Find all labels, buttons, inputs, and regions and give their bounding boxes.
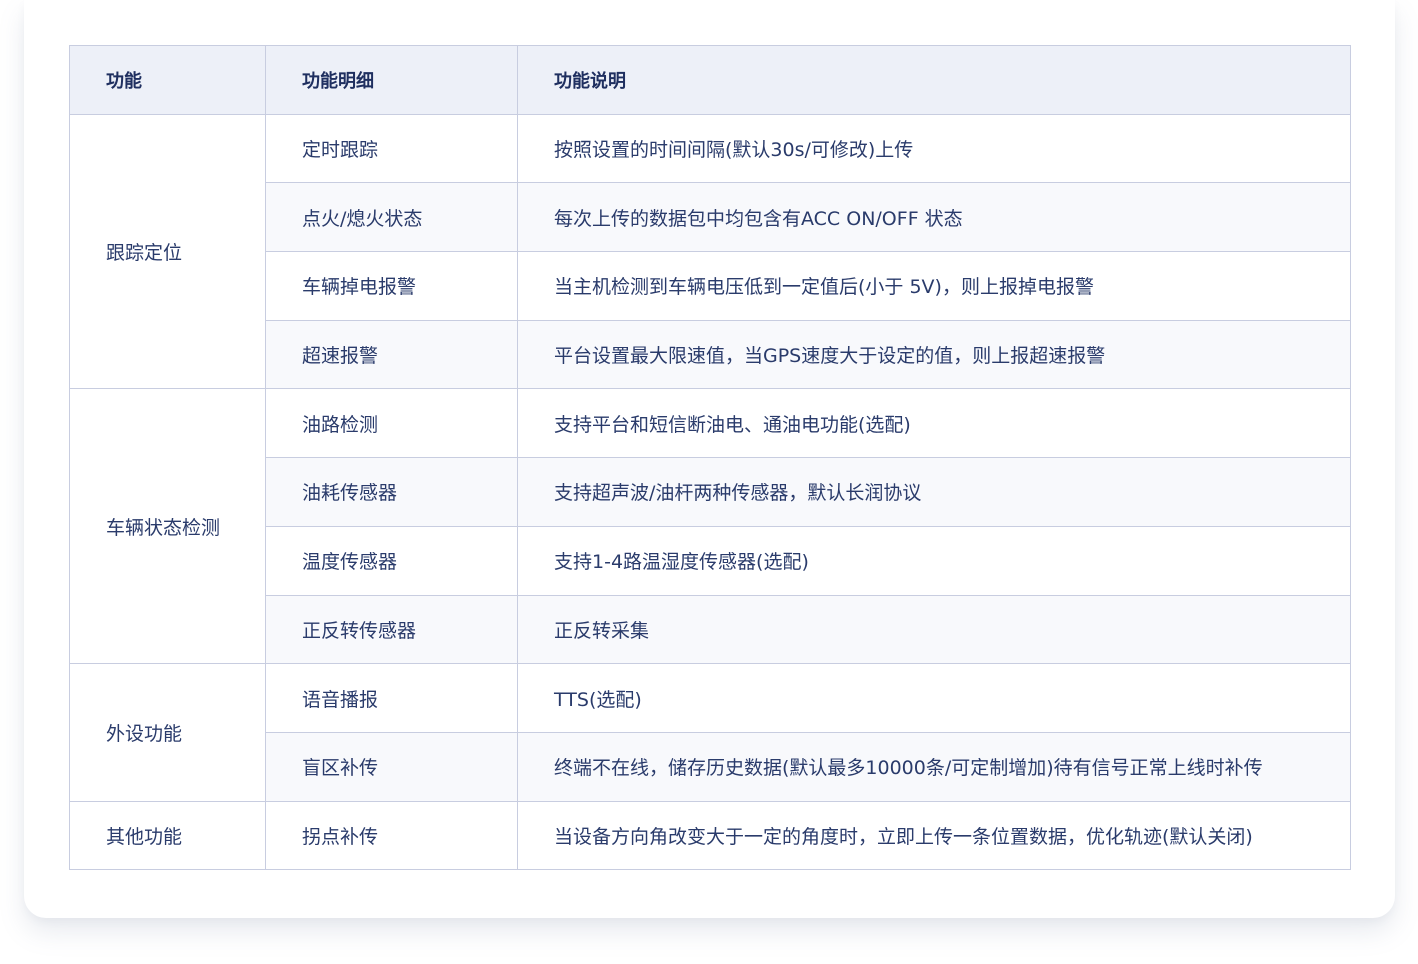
table-row: 外设功能 语音播报 TTS(选配): [69, 663, 1351, 802]
description-cell: 当设备方向角改变大于一定的角度时，立即上传一条位置数据，优化轨迹(默认关闭): [517, 800, 1351, 871]
detail-cell: 定时跟踪: [265, 113, 518, 184]
detail-cell: 点火/熄火状态: [265, 182, 518, 253]
description-cell: 平台设置最大限速值，当GPS速度大于设定的值，则上报超速报警: [517, 319, 1351, 390]
description-cell: 按照设置的时间间隔(默认30s/可修改)上传: [517, 113, 1351, 184]
header-function: 功能: [69, 45, 266, 115]
group-cell: 其他功能: [69, 800, 266, 871]
table-row: 车辆状态检测 油路检测 支持平台和短信断油电、通油电功能(选配): [69, 388, 1351, 665]
detail-cell: 拐点补传: [265, 800, 518, 871]
description-cell: TTS(选配): [517, 663, 1351, 733]
detail-cell: 油耗传感器: [265, 457, 518, 527]
description-cell: 支持平台和短信断油电、通油电功能(选配): [517, 388, 1351, 459]
description-cell: 支持1-4路温湿度传感器(选配): [517, 525, 1351, 596]
description-cell: 每次上传的数据包中均包含有ACC ON/OFF 状态: [517, 182, 1351, 253]
detail-cell: 盲区补传: [265, 731, 518, 802]
detail-cell: 超速报警: [265, 319, 518, 390]
table-row: 其他功能 拐点补传 当设备方向角改变大于一定的角度时，立即上传一条位置数据，优化…: [69, 800, 1351, 871]
group-cell: 外设功能: [69, 663, 266, 802]
description-cell: 正反转采集: [517, 594, 1351, 665]
detail-cell: 油路检测: [265, 388, 518, 459]
table-header-row: 功能 功能明细 功能说明: [69, 45, 1351, 115]
feature-table: 功能 功能明细 功能说明 跟踪定位 定时跟踪 按照设置的时间间隔(默认30s/可…: [69, 45, 1351, 871]
group-cell: 跟踪定位: [69, 113, 266, 390]
header-function-description: 功能说明: [517, 45, 1351, 115]
group-cell: 车辆状态检测: [69, 388, 266, 665]
table-row: 跟踪定位 定时跟踪 按照设置的时间间隔(默认30s/可修改)上传: [69, 113, 1351, 390]
description-cell: 终端不在线，储存历史数据(默认最多10000条/可定制增加)待有信号正常上线时补…: [517, 731, 1351, 802]
detail-cell: 温度传感器: [265, 525, 518, 596]
header-function-detail: 功能明细: [265, 45, 518, 115]
description-cell: 支持超声波/油杆两种传感器，默认长润协议: [517, 457, 1351, 527]
detail-cell: 车辆掉电报警: [265, 251, 518, 321]
description-cell: 当主机检测到车辆电压低到一定值后(小于 5V)，则上报掉电报警: [517, 251, 1351, 321]
detail-cell: 语音播报: [265, 663, 518, 733]
detail-cell: 正反转传感器: [265, 594, 518, 665]
